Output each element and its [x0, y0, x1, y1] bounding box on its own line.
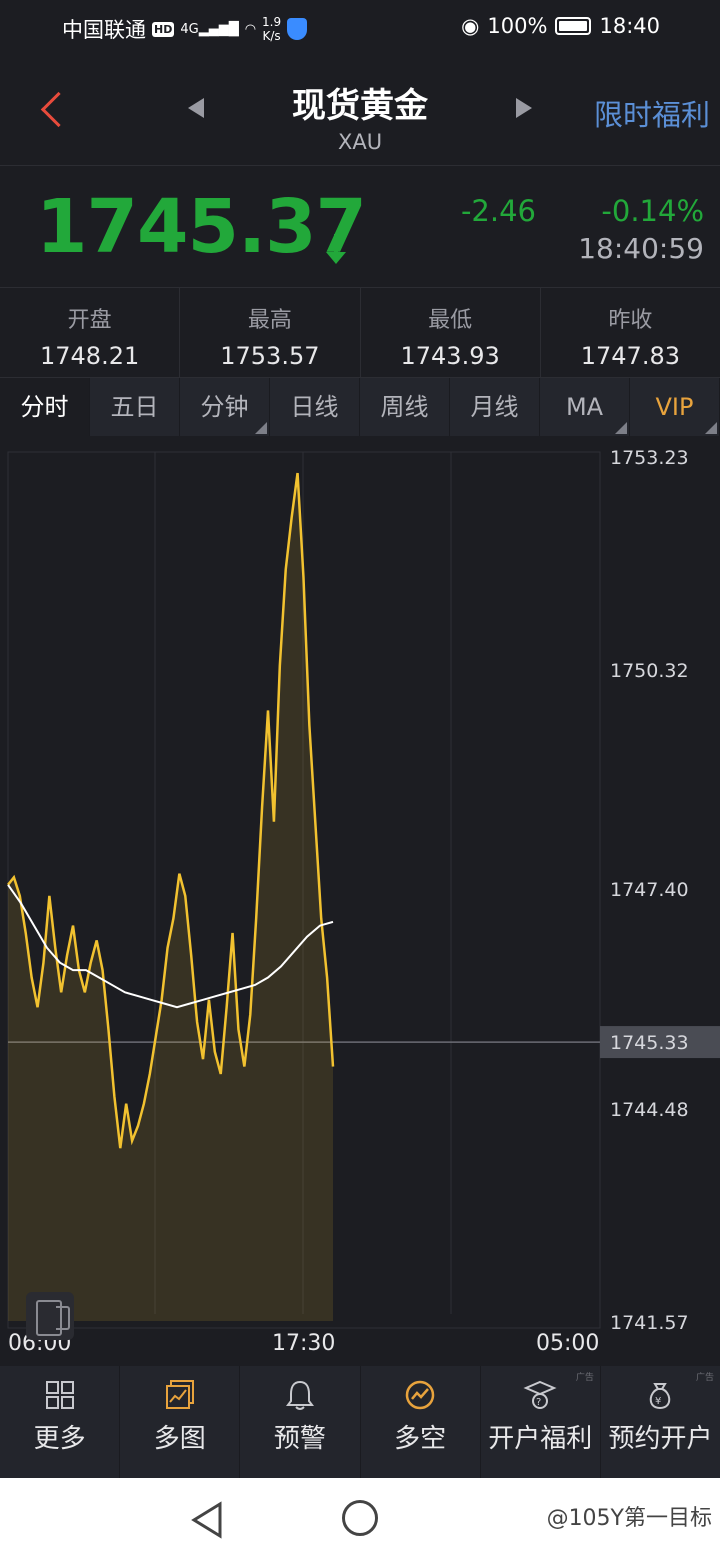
back-triangle-icon[interactable] — [190, 1500, 226, 1540]
shield-icon — [287, 18, 308, 40]
stat-high: 最高 1753.57 — [180, 288, 361, 377]
long-short-button[interactable]: 多空 — [361, 1366, 481, 1478]
hd-icon: HD — [152, 21, 175, 37]
intraday-chart[interactable]: 1753.23 1750.32 1747.40 1744.48 1741.57 … — [0, 436, 720, 1366]
y-tick-label: 1753.23 — [610, 447, 689, 469]
signal-icon: 4G▂▄▆█ — [180, 21, 239, 37]
stat-label: 昨收 — [608, 308, 653, 333]
system-nav-bar: @105Y第一目标 — [0, 1478, 720, 1560]
grid-icon — [45, 1381, 74, 1409]
price-change: -2.46 — [460, 194, 536, 228]
tab-intraday[interactable]: 分时 — [0, 378, 90, 436]
stat-label: 开盘 — [67, 308, 112, 333]
multi-chart-icon — [165, 1380, 194, 1409]
network-type: 4G — [180, 21, 199, 37]
ad-tag: 广告 — [696, 1373, 715, 1383]
stat-open: 开盘 1748.21 — [0, 288, 181, 377]
tab-monthly[interactable]: 月线 — [450, 378, 540, 436]
svg-text:¥: ¥ — [655, 1396, 661, 1407]
tool-label: 更多 — [33, 1424, 86, 1454]
multi-chart-button[interactable]: 多图 — [120, 1366, 241, 1478]
tool-label: 预约开户 — [608, 1424, 713, 1454]
stat-value: 1743.93 — [400, 342, 500, 370]
y-tick-label: 1750.32 — [610, 660, 689, 682]
tab-five-day[interactable]: 五日 — [90, 378, 180, 436]
quote-time: 18:40:59 — [578, 232, 704, 265]
wifi-icon: ◠ — [244, 21, 257, 37]
graduation-cap-icon: ? — [523, 1380, 557, 1409]
account-bonus-button[interactable]: 广告 ? 开户福利 — [481, 1366, 601, 1478]
tab-daily[interactable]: 日线 — [270, 378, 360, 436]
tab-ma[interactable]: MA — [540, 378, 630, 436]
status-time: 18:40 — [599, 14, 660, 38]
eye-icon: ◉ — [461, 14, 480, 38]
last-price: 1745.37 — [36, 184, 367, 270]
status-bar: 中国联通 HD 4G▂▄▆█ ◠ 1.9 K/s ◉ 100% 18:40 — [0, 0, 720, 56]
symbol-code: XAU — [337, 130, 383, 154]
stat-value: 1753.57 — [220, 342, 320, 370]
header: 现货黄金 XAU 限时福利 — [0, 56, 720, 166]
period-tabs: 分时 五日 分钟 日线 周线 月线 MA VIP — [0, 378, 720, 436]
network-speed: 1.9 K/s — [262, 15, 282, 43]
x-tick-label: 05:00 — [536, 1331, 599, 1356]
tab-vip[interactable]: VIP — [630, 378, 720, 436]
next-symbol-icon[interactable] — [516, 98, 532, 118]
tab-minute[interactable]: 分钟 — [180, 378, 270, 436]
page-title: 现货黄金 — [292, 86, 428, 126]
ad-tag: 广告 — [575, 1373, 594, 1383]
home-circle-icon[interactable] — [342, 1500, 378, 1536]
status-right: ◉ 100% 18:40 — [461, 14, 660, 38]
down-arrow-icon — [326, 234, 346, 264]
back-button[interactable] — [38, 88, 66, 132]
alert-button[interactable]: 预警 — [240, 1366, 361, 1478]
more-button[interactable]: 更多 — [0, 1366, 121, 1478]
watermark: @105Y第一目标 — [546, 1506, 712, 1531]
stat-value: 1748.21 — [40, 342, 140, 370]
y-tick-label: 1744.48 — [610, 1099, 689, 1121]
stats-row: 开盘 1748.21 最高 1753.57 最低 1743.93 昨收 1747… — [0, 288, 720, 378]
trend-circle-icon — [405, 1380, 435, 1410]
svg-text:?: ? — [536, 1397, 541, 1408]
status-left: 中国联通 HD 4G▂▄▆█ ◠ 1.9 K/s — [62, 14, 308, 44]
carrier-name: 中国联通 — [62, 18, 146, 42]
battery-percent: 100% — [487, 14, 548, 38]
quote-panel: 1745.37 -2.46 -0.14% 18:40:59 — [0, 166, 720, 288]
prev-symbol-icon[interactable] — [188, 98, 204, 118]
current-price-label: 1745.33 — [610, 1032, 689, 1054]
tab-weekly[interactable]: 周线 — [360, 378, 450, 436]
landscape-toggle-button[interactable] — [26, 1292, 74, 1340]
y-tick-label: 1741.57 — [610, 1312, 689, 1334]
chart-svg: 1753.23 1750.32 1747.40 1744.48 1741.57 … — [7, 447, 720, 1356]
stat-value: 1747.83 — [580, 342, 680, 370]
battery-icon — [555, 17, 592, 35]
tool-label: 预警 — [273, 1424, 326, 1454]
price-change-percent: -0.14% — [601, 194, 704, 228]
tool-label: 多空 — [394, 1424, 447, 1454]
bottom-toolbar: 更多 多图 预警 多空 广告 ? 开户福利 广告 ¥ 预约开户 — [0, 1366, 720, 1478]
book-account-button[interactable]: 广告 ¥ 预约开户 — [601, 1366, 720, 1478]
promo-link[interactable]: 限时福利 — [594, 92, 710, 134]
bell-icon — [285, 1380, 314, 1410]
tool-label: 多图 — [153, 1424, 206, 1454]
y-tick-label: 1747.40 — [610, 879, 689, 901]
stat-label: 最低 — [428, 308, 473, 333]
money-bag-icon: ¥ — [650, 1383, 671, 1410]
x-tick-label: 17:30 — [272, 1331, 335, 1356]
stat-prev-close: 昨收 1747.83 — [541, 288, 720, 377]
stat-low: 最低 1743.93 — [361, 288, 541, 377]
tool-label: 开户福利 — [488, 1424, 593, 1454]
stat-label: 最高 — [247, 308, 292, 333]
